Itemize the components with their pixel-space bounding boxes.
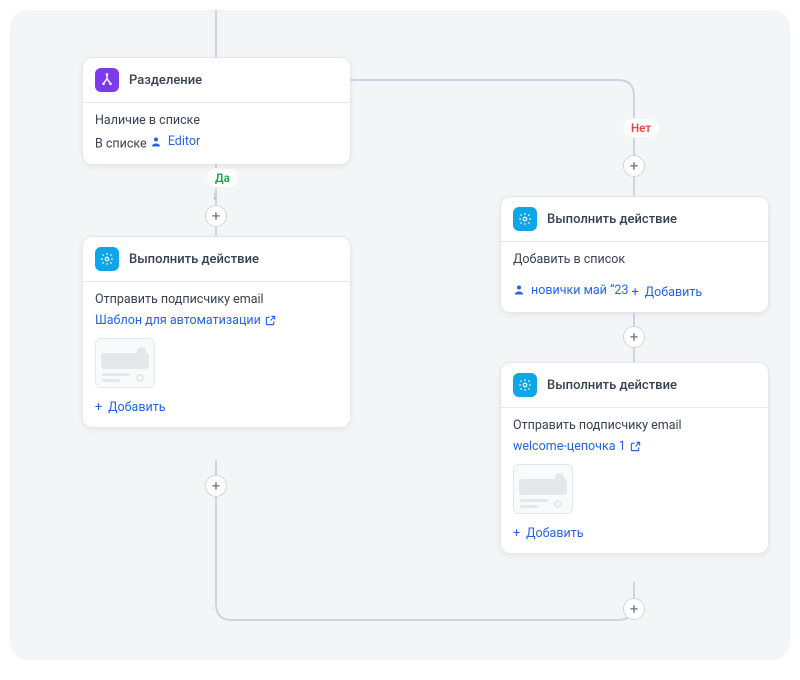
action-label: Добавить в список <box>513 252 756 267</box>
split-icon <box>95 68 119 92</box>
add-action-link[interactable]: + Добавить <box>95 400 166 415</box>
external-link-icon <box>265 315 276 326</box>
arrow-down-icon: ↓ <box>212 189 218 202</box>
gear-icon <box>513 373 537 397</box>
node-body: Наличие в списке В списке Editor <box>83 103 350 164</box>
node-title: Разделение <box>129 73 202 88</box>
person-icon <box>513 284 525 296</box>
condition-prefix: В списке <box>95 137 147 152</box>
plus-icon: + <box>632 285 639 300</box>
action-node-yes[interactable]: Выполнить действие Отправить подписчику … <box>82 236 351 428</box>
node-body: Отправить подписчику email welcome-цепоч… <box>501 408 768 553</box>
add-node-button[interactable]: + <box>205 475 227 497</box>
person-icon <box>150 136 162 148</box>
node-header: Разделение <box>83 58 350 103</box>
add-node-button[interactable]: + <box>623 326 645 348</box>
list-link[interactable]: новички май “23 <box>513 283 628 298</box>
gear-icon <box>513 207 537 231</box>
add-node-button[interactable]: + <box>623 155 645 177</box>
template-link[interactable]: welcome-цепочка 1 <box>513 439 641 454</box>
action-label: Отправить подписчику email <box>95 292 338 307</box>
node-body: Добавить в список новички май “23 + Доба… <box>501 242 768 312</box>
add-action-link[interactable]: + Добавить <box>632 285 703 300</box>
node-title: Выполнить действие <box>547 378 677 393</box>
action-node-no2[interactable]: Выполнить действие Отправить подписчику … <box>500 362 769 554</box>
yes-branch-label: Да <box>206 168 239 188</box>
node-header: Выполнить действие <box>501 363 768 408</box>
condition-row: В списке Editor <box>95 134 338 152</box>
condition-link[interactable]: Editor <box>150 134 200 149</box>
plus-icon: + <box>95 400 102 415</box>
action-label: Отправить подписчику email <box>513 418 756 433</box>
add-action-link[interactable]: + Добавить <box>513 526 584 541</box>
node-header: Выполнить действие <box>83 237 350 282</box>
template-link[interactable]: Шаблон для автоматизации <box>95 313 276 328</box>
external-link-icon <box>630 441 641 452</box>
action-node-no1[interactable]: Выполнить действие Добавить в список нов… <box>500 196 769 313</box>
node-header: Выполнить действие <box>501 197 768 242</box>
template-thumbnail <box>95 338 155 388</box>
no-branch-label: Нет <box>622 118 660 138</box>
split-node[interactable]: Разделение Наличие в списке В списке Edi… <box>82 57 351 165</box>
node-body: Отправить подписчику email Шаблон для ав… <box>83 282 350 427</box>
node-title: Выполнить действие <box>129 252 259 267</box>
add-node-button[interactable]: + <box>623 598 645 620</box>
plus-icon: + <box>513 526 520 541</box>
node-title: Выполнить действие <box>547 212 677 227</box>
flow-canvas: Разделение Наличие в списке В списке Edi… <box>10 10 790 660</box>
add-node-button[interactable]: + <box>205 205 227 227</box>
gear-icon <box>95 247 119 271</box>
condition-label: Наличие в списке <box>95 113 338 128</box>
template-thumbnail <box>513 464 573 514</box>
